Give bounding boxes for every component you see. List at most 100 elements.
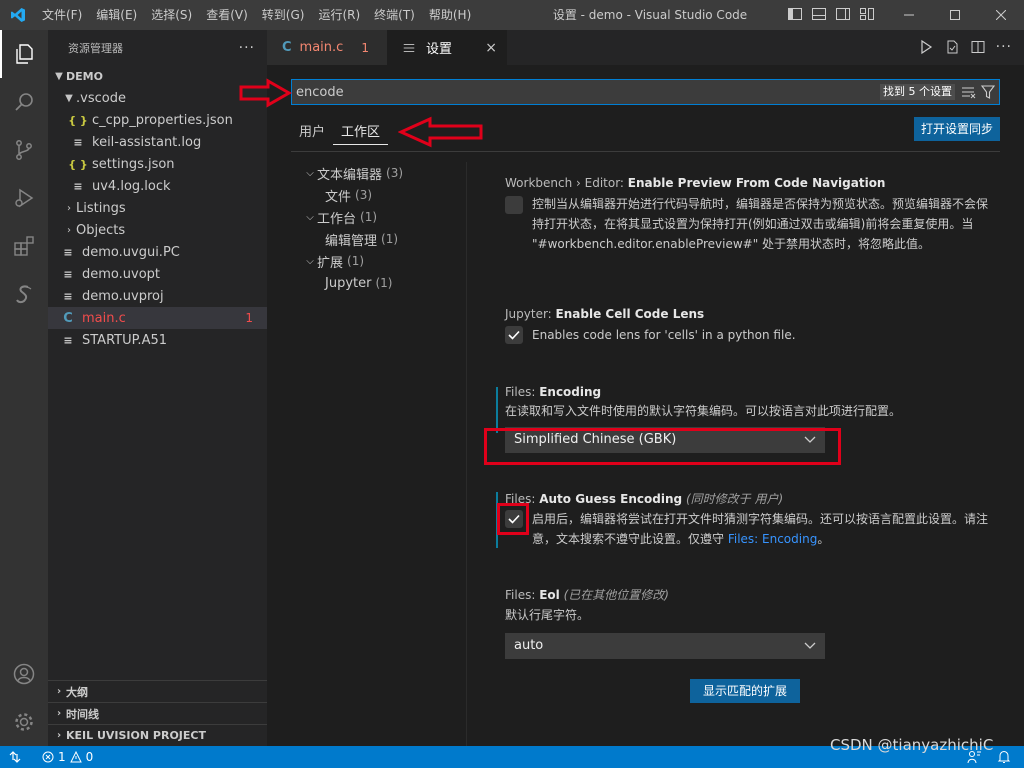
chevron-down-icon: ⌵ [306,167,314,179]
tree-file-c-cpp-properties[interactable]: { } c_cpp_properties.json [48,109,267,131]
setting-key: Enable Cell Code Lens [555,307,705,321]
toc-workbench[interactable]: ⌵ 工作台 (1) [303,206,453,228]
toc-label: 扩展 [317,255,344,271]
run-icon[interactable] [918,39,934,55]
toc-count: (1) [347,254,365,268]
maximize-icon[interactable] [932,0,978,30]
tree-file-main-c[interactable]: C main.c 1 [48,307,267,329]
menu-view[interactable]: 查看(V) [199,0,255,30]
search-icon[interactable] [0,78,48,126]
section-keil-project[interactable]: › KEIL UVISION PROJECT [48,724,267,746]
menu-help[interactable]: 帮助(H) [422,0,478,30]
annotation-arrow-icon [398,116,483,148]
remote-icon[interactable] [0,746,30,768]
problem-count-badge: 1 [245,311,253,325]
toc-label: 工作台 [317,211,357,227]
extension-s-icon[interactable] [0,270,48,318]
settings-search-input[interactable] [296,80,856,104]
setting-description: 在读取和写入文件时使用的默认字符集编码。可以按语言对此项进行配置。 [505,404,902,418]
eol-select[interactable]: auto [505,633,825,659]
text-file-icon: ≡ [63,267,73,281]
toggle-secondary-sidebar-icon[interactable] [835,6,851,22]
customize-layout-icon[interactable] [859,6,875,22]
extensions-icon[interactable] [0,222,48,270]
text-file-icon: ≡ [63,245,73,259]
toc-count: (1) [360,210,378,224]
clear-filter-icon[interactable] [960,84,976,100]
tab-workspace[interactable]: 工作区 [333,121,389,145]
section-label: KEIL UVISION PROJECT [66,729,206,742]
minimize-icon[interactable] [886,0,932,30]
tab-settings[interactable]: 设置 × [387,30,507,65]
tree-file-demo-uvproj[interactable]: ≡ demo.uvproj [48,285,267,307]
tab-main-c[interactable]: C main.c 1 [267,30,387,65]
toc-label: 文件 [325,189,352,205]
run-debug-icon[interactable] [0,174,48,222]
menu-selection[interactable]: 选择(S) [144,0,199,30]
tree-file-uv4-log-lock[interactable]: ≡ uv4.log.lock [48,175,267,197]
tree-label: STARTUP.A51 [82,332,168,348]
explorer-icon[interactable] [0,30,48,78]
toggle-sidebar-icon[interactable] [787,6,803,22]
more-actions-icon[interactable]: ··· [996,39,1012,55]
toc-text-editor[interactable]: ⌵ 文本编辑器 (3) [303,162,453,184]
more-actions-icon[interactable]: ··· [239,40,255,56]
notifications-bell-icon[interactable] [996,749,1012,765]
show-matching-extensions-button[interactable]: 显示匹配的扩展 [690,679,800,703]
close-window-icon[interactable] [978,0,1024,30]
files-encoding-link[interactable]: Files: Encoding [728,532,818,546]
text-file-icon: ≡ [63,289,73,303]
split-editor-icon[interactable] [970,39,986,55]
menu-bar: 文件(F) 编辑(E) 选择(S) 查看(V) 转到(G) 运行(R) 终端(T… [35,0,478,30]
activity-bar [0,30,48,746]
problems-status[interactable]: 1 0 [42,750,93,764]
toc-files[interactable]: 文件 (3) [303,184,453,206]
section-timeline[interactable]: › 时间线 [48,702,267,724]
account-icon[interactable] [0,650,48,698]
section-outline[interactable]: › 大纲 [48,680,267,702]
workspace-folder-demo[interactable]: ▼ DEMO [48,65,267,87]
setting-title: Files: Encoding [505,385,995,399]
tree-folder-vscode[interactable]: ▼ .vscode [48,87,267,109]
setting-title: Workbench › Editor: Enable Preview From … [505,176,995,190]
filter-icon[interactable] [980,84,996,100]
toc-label: 编辑管理 [325,233,378,249]
setting-enable-preview-from-code-navigation: Workbench › Editor: Enable Preview From … [505,176,995,254]
toggle-panel-icon[interactable] [811,6,827,22]
tree-file-demo-uvgui[interactable]: ≡ demo.uvgui.PC [48,241,267,263]
open-settings-json-icon[interactable] [944,39,960,55]
menu-edit[interactable]: 编辑(E) [89,0,144,30]
tree-file-keil-assistant-log[interactable]: ≡ keil-assistant.log [48,131,267,153]
tab-label: 设置 [426,42,453,57]
setting-description: 默认行尾字符。 [505,608,590,622]
setting-files-eol: Files: Eol (已在其他位置修改) 默认行尾字符。 auto [505,586,995,659]
description-text: 。 [817,532,830,546]
tree-file-settings-json[interactable]: { } settings.json [48,153,267,175]
tree-file-startup-a51[interactable]: ≡ STARTUP.A51 [48,329,267,351]
tab-user[interactable]: 用户 [291,121,333,145]
menu-go[interactable]: 转到(G) [255,0,312,30]
source-control-icon[interactable] [0,126,48,174]
toc-jupyter[interactable]: Jupyter (1) [303,272,453,294]
text-file-icon: ≡ [63,333,73,347]
tree-folder-listings[interactable]: › Listings [48,197,267,219]
setting-key: Encoding [539,385,602,399]
menu-file[interactable]: 文件(F) [35,0,89,30]
menu-terminal[interactable]: 终端(T) [367,0,422,30]
toc-editor-management[interactable]: 编辑管理 (1) [303,228,453,250]
turn-on-settings-sync-button[interactable]: 打开设置同步 [914,117,1000,141]
setting-description: 控制当从编辑器开始进行代码导航时，编辑器是否保持为预览状态。预览编辑器不会保持打… [532,197,989,251]
tree-file-demo-uvopt[interactable]: ≡ demo.uvopt [48,263,267,285]
chevron-down-icon [804,642,816,649]
tree-folder-objects[interactable]: › Objects [48,219,267,241]
error-icon [42,751,54,763]
enable-preview-checkbox[interactable] [505,196,523,214]
setting-key: Eol [539,588,560,602]
toc-divider [466,162,467,746]
settings-toc: ⌵ 文本编辑器 (3) 文件 (3) ⌵ 工作台 (1) 编辑管理 (1) ⌵ … [303,162,453,294]
menu-run[interactable]: 运行(R) [311,0,367,30]
manage-gear-icon[interactable] [0,698,48,746]
close-icon[interactable]: × [485,40,497,56]
toc-extensions[interactable]: ⌵ 扩展 (1) [303,250,453,272]
enable-cell-code-lens-checkbox[interactable] [505,326,523,344]
